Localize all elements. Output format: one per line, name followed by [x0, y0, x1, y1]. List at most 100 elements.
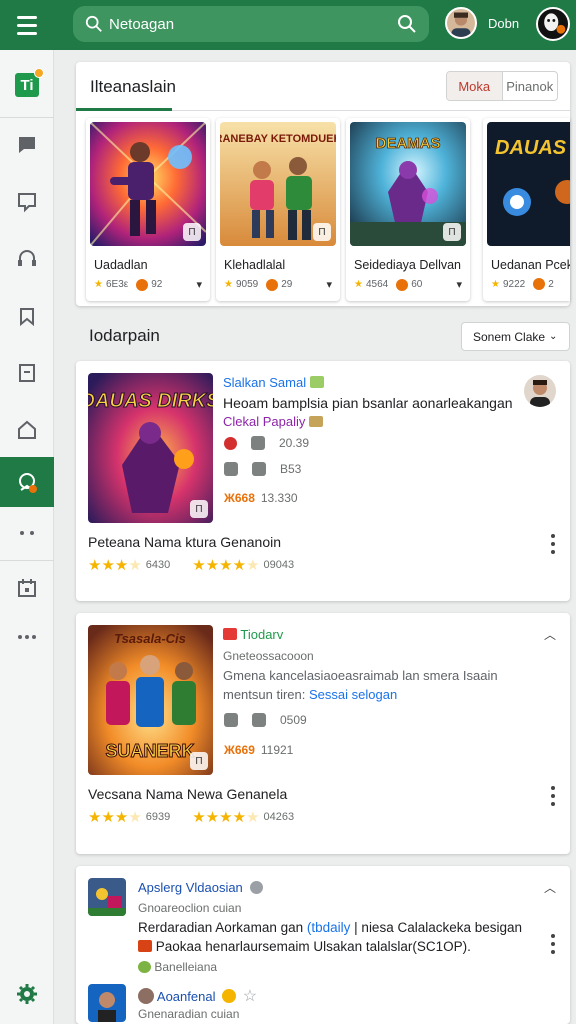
post-thumbnail[interactable] [88, 878, 126, 916]
featured-toggle[interactable]: Moka Pinanok [446, 71, 558, 101]
post-author[interactable]: Tiodarv [240, 627, 283, 642]
sidebar-item-messages[interactable] [0, 177, 54, 227]
feed-title: Iodarpain [89, 326, 160, 345]
rating-value: 6939 [145, 811, 171, 823]
post-author[interactable]: Apslerg Vldaosian [138, 880, 243, 895]
post-text: Rerdaradian Aorkaman gan [138, 920, 304, 935]
verified-icon [250, 881, 264, 894]
like-icon[interactable] [224, 462, 238, 476]
thumb-art-title: Tsasala-Cis [114, 631, 186, 646]
sidebar-item-calendar[interactable] [0, 563, 54, 613]
thumb-art-title: DAUAS MORREN [495, 137, 570, 159]
star-icon: ★ [224, 279, 233, 290]
like-icon[interactable] [224, 713, 238, 727]
reply-author[interactable]: Aoanfenal [157, 989, 216, 1004]
hamburger-menu-icon[interactable] [0, 0, 54, 50]
reply-thumbnail[interactable] [88, 984, 126, 1022]
feed-post: Tsasala-Cis SUANERK Π Tiodarv ︿ Gneteoss… [76, 613, 570, 854]
more-options-icon[interactable] [550, 534, 556, 554]
headset-icon [18, 250, 36, 266]
more-options-icon[interactable] [550, 786, 556, 806]
post-author-avatar[interactable] [524, 375, 556, 407]
record-icon [224, 436, 237, 450]
post-stat: 0509 [280, 713, 307, 727]
reply-avatar[interactable] [138, 988, 154, 1004]
sidebar-item-logo[interactable]: Ti [0, 60, 54, 110]
featured-section: Ilteanaslain Moka Pinanok Π Uadadlan ★ 6E… [76, 62, 570, 306]
post-thumbnail[interactable]: Tsasala-Cis SUANERK Π [88, 625, 213, 775]
media-badge: Π [190, 752, 208, 770]
message-icon [18, 193, 36, 213]
chevron-up-icon[interactable]: ︿ [544, 626, 556, 643]
tag-icon [138, 961, 151, 973]
coin-icon [266, 278, 279, 291]
game-card[interactable]: DEAMAS Π Seidediaya Dellvan ★ 4564 60 ▾ [346, 118, 470, 301]
user-avatar[interactable] [445, 7, 477, 39]
search-submit-icon[interactable] [397, 14, 417, 34]
user-name[interactable]: Dobn [488, 16, 519, 31]
more-options-icon[interactable] [550, 934, 556, 954]
post-name: Peteana Nama ktura Genanoin [88, 534, 282, 550]
profile-mask-avatar[interactable] [536, 7, 570, 41]
game-card[interactable]: Π Uadadlan ★ 6E3ε 92 ▾ [86, 118, 210, 301]
game-stat: 4564 [365, 279, 389, 290]
coin-icon [396, 278, 409, 291]
favorite-star-icon[interactable]: ☆ [243, 988, 257, 1005]
thumbs-up-icon[interactable] [251, 436, 265, 450]
post-description-cont: mentsun tiren: [223, 687, 306, 702]
thumb-art-subtitle: SUANERK [105, 741, 194, 761]
post-thumbnail[interactable]: DAUAS DIRKS Π [88, 373, 213, 523]
game-thumbnail: Π [90, 122, 206, 246]
reply-subtitle: Gnenaradian cuian [138, 1007, 240, 1021]
sidebar-item-settings[interactable] [0, 969, 54, 1019]
share-icon[interactable] [252, 713, 266, 727]
toggle-option-active[interactable]: Moka [447, 72, 503, 100]
chevron-down-icon[interactable]: ▾ [326, 278, 332, 291]
post-subtitle: Gnoareoclion cuian [138, 901, 242, 915]
game-stat: 9059 [235, 279, 259, 290]
chevron-down-icon: ⌄ [549, 331, 558, 342]
score-value: 11921 [260, 743, 294, 757]
chat-icon [19, 137, 35, 153]
post-headline: Heoam bamplsia pian bsanlar aonarleakang… [223, 395, 513, 411]
game-name: Uedanan Pcek [491, 258, 570, 272]
game-card[interactable]: RANEBAY KETOMDUEH Π Klehadlalal ★ 9059 29 ▾ [216, 118, 340, 301]
sidebar-item-more[interactable] [0, 612, 54, 662]
sidebar-item-home[interactable] [0, 405, 54, 455]
sidebar-item-chat[interactable] [0, 120, 54, 170]
sort-dropdown[interactable]: Sonem Clake ⌄ [461, 322, 570, 351]
gift-icon [309, 376, 324, 388]
app-logo-icon: Ti [15, 68, 44, 97]
feed-post: Apslerg Vldaosian ︿ Gnoareoclion cuian R… [76, 866, 570, 1024]
more-icon [18, 635, 36, 639]
score-label: Ж669 [224, 743, 255, 757]
sidebar-item-notes[interactable] [0, 348, 54, 398]
chevron-down-icon[interactable]: ▾ [456, 278, 462, 291]
sidebar-item-saved[interactable] [0, 291, 54, 341]
chevron-up-icon[interactable]: ︿ [544, 879, 556, 896]
media-badge: Π [190, 500, 208, 518]
note-icon [19, 364, 35, 382]
calendar-icon [18, 579, 36, 597]
achievement-icon [19, 473, 37, 493]
post-link[interactable]: Sessai selogan [309, 687, 397, 702]
game-card[interactable]: DAUAS MORREN Uedanan Pcek ★9222 2 [483, 118, 570, 301]
post-mention[interactable]: (tbdaily [307, 920, 351, 935]
post-text: Paokaa henarlaursemaim Ulsakan talalslar… [155, 939, 471, 954]
sidebar-item-dots[interactable] [0, 508, 54, 558]
toggle-option-inactive[interactable]: Pinanok [503, 72, 558, 100]
game-name: Seidediaya Dellvan [354, 258, 462, 272]
flag-icon [223, 628, 237, 640]
post-tag[interactable]: Banelleiana [154, 960, 217, 974]
sidebar-item-support[interactable] [0, 234, 54, 284]
share-icon[interactable] [252, 462, 266, 476]
game-stat: 6E3ε [105, 279, 129, 290]
post-author[interactable]: Slalkan Samal [223, 375, 306, 390]
chevron-down-icon[interactable]: ▾ [196, 278, 202, 291]
game-stat: 92 [151, 279, 163, 290]
game-thumbnail: DEAMAS Π [350, 122, 466, 246]
sidebar-item-achievements[interactable] [0, 457, 54, 507]
search-bar[interactable] [73, 6, 429, 42]
search-input[interactable] [109, 15, 397, 33]
post-tag[interactable]: Clekal Papaliy [223, 414, 305, 429]
